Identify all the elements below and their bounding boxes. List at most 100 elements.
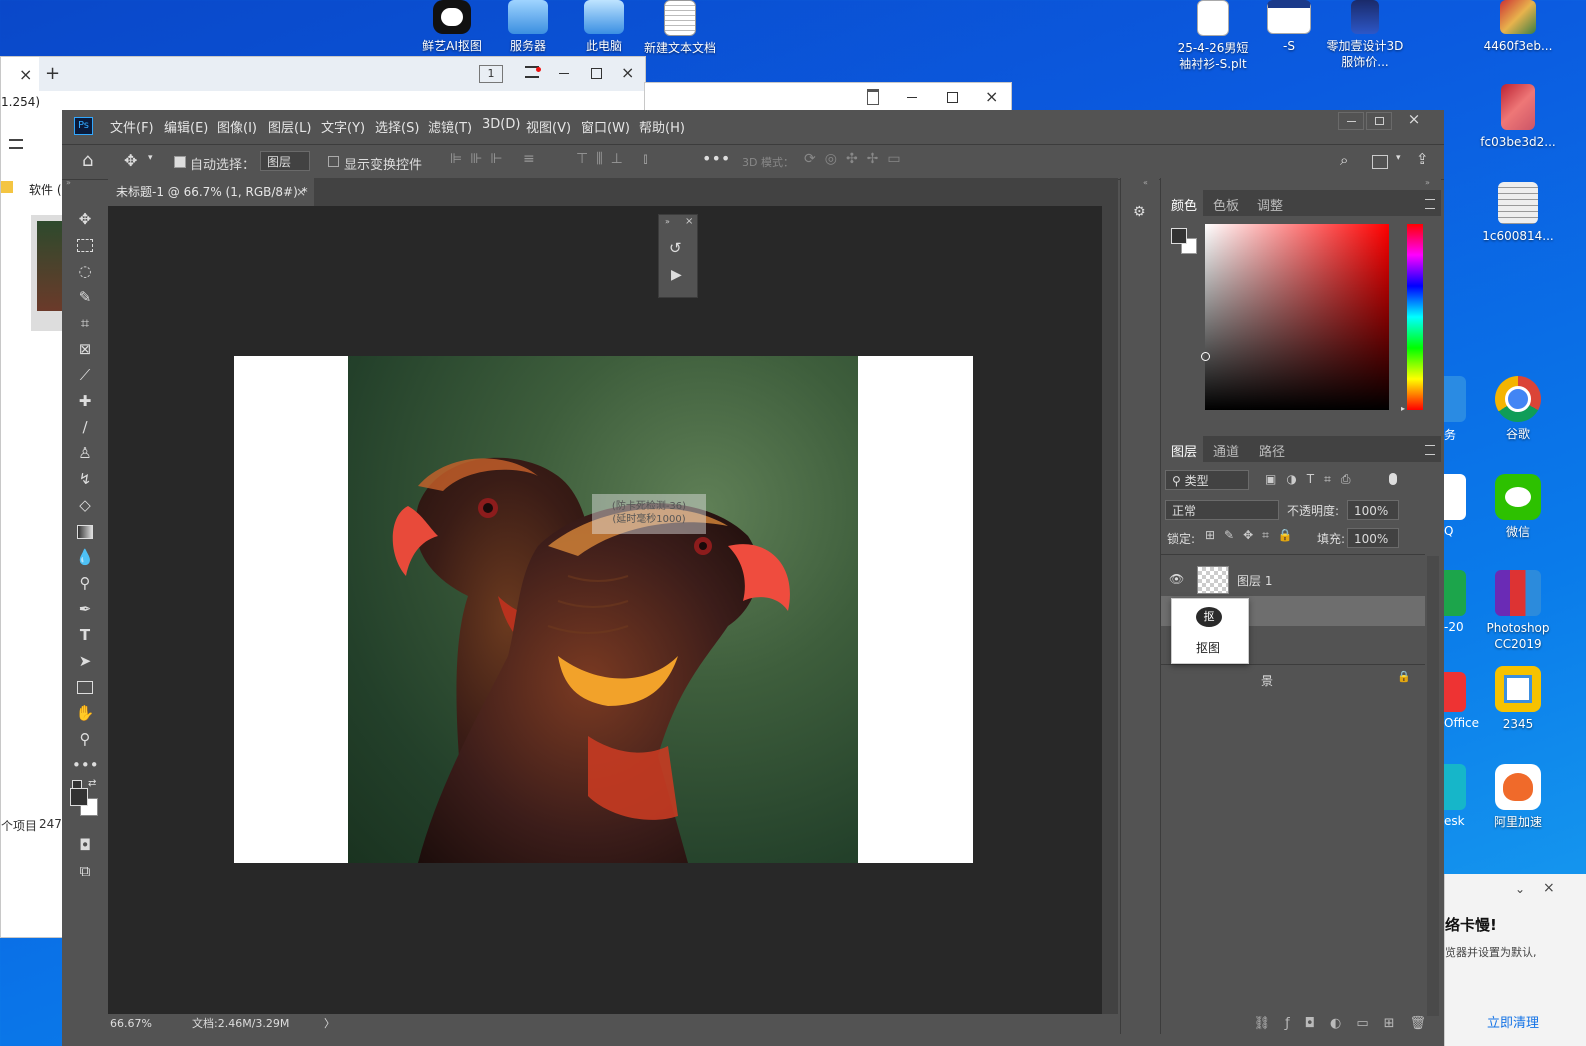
close-icon[interactable]: × (19, 65, 32, 84)
crop-tool-icon[interactable]: ⌗ (72, 312, 98, 334)
maximize-icon[interactable] (947, 92, 958, 103)
quick-select-tool-icon[interactable]: ✎ (72, 286, 98, 308)
panel-collapse-icon[interactable]: » (665, 217, 670, 226)
desktop-icon-plt-file[interactable]: 25-4-26男短袖衬衫-S.plt (1173, 0, 1253, 72)
close-button[interactable]: × (1402, 110, 1426, 130)
workspace-icon[interactable] (1372, 155, 1388, 169)
desktop-icon-wechat[interactable]: 微信 (1478, 474, 1558, 540)
menu-edit[interactable]: 编辑(E) (164, 117, 208, 136)
chevron-down-icon[interactable]: ▾ (148, 153, 153, 163)
move-tool-icon[interactable]: ✥ (124, 151, 137, 170)
history-brush-tool-icon[interactable]: ↯ (72, 468, 98, 490)
desktop-icon-this-pc[interactable]: 此电脑 (564, 0, 644, 54)
foreground-color-swatch[interactable] (1171, 228, 1187, 244)
blur-tool-icon[interactable]: 💧 (72, 546, 98, 568)
menu-window[interactable]: 窗口(W) (581, 117, 630, 136)
new-tab-button[interactable]: + (45, 63, 60, 84)
toolbar-collapse-icon[interactable]: » (66, 178, 104, 188)
layers-scrollbar[interactable] (1427, 556, 1439, 1016)
panel-collapse-icon[interactable]: » (1425, 178, 1430, 187)
tab-layers[interactable]: 图层 (1171, 441, 1197, 460)
partial-app-icon[interactable] (1444, 376, 1466, 422)
pin-icon[interactable] (867, 89, 879, 105)
document-canvas[interactable] (234, 356, 973, 863)
desktop-icon-xianyi[interactable]: 鲜艺AI抠图 (412, 0, 492, 54)
layer-name[interactable]: 图层 1 (1237, 572, 1272, 589)
frame-tool-icon[interactable]: ⊠ (72, 338, 98, 360)
desktop-icon-photoshop[interactable]: Photoshop CC2019 (1478, 570, 1558, 652)
pen-tool-icon[interactable]: ✒ (72, 598, 98, 620)
cutout-popup[interactable]: 抠 抠图 (1171, 598, 1249, 664)
close-icon[interactable]: × (685, 216, 693, 227)
properties-icon[interactable]: ⚙ (1133, 204, 1146, 220)
blend-mode-dropdown[interactable]: 正常 (1165, 500, 1279, 520)
layer-filter-dropdown[interactable]: ⚲ 类型 (1165, 470, 1249, 490)
status-arrow[interactable]: 〉 (324, 1014, 335, 1034)
desktop-icon-server[interactable]: 服务器 (488, 0, 568, 54)
tab-color[interactable]: 颜色 (1171, 195, 1197, 214)
history-icon[interactable]: ↺ (669, 239, 682, 257)
fill-input[interactable]: 100% (1347, 528, 1399, 548)
hue-slider-handle[interactable]: ▸ (1401, 404, 1405, 413)
foreground-color-swatch[interactable] (70, 788, 88, 806)
minimize-icon[interactable] (907, 97, 917, 98)
auto-select-checkbox[interactable] (174, 156, 186, 168)
play-icon[interactable]: ▶ (671, 267, 682, 283)
minimize-icon[interactable] (559, 73, 569, 74)
move-tool-icon[interactable]: ✥ (72, 208, 98, 230)
tab-paths[interactable]: 路径 (1259, 441, 1285, 460)
partial-app-icon[interactable] (1444, 764, 1466, 810)
minimize-button[interactable] (1338, 112, 1364, 130)
distribute-icons[interactable]: ⊤⫼⊥ ⫾ (576, 151, 656, 167)
color-picker-cursor[interactable] (1201, 352, 1210, 361)
auto-select-dropdown[interactable]: 图层 (260, 151, 310, 171)
desktop-icon-image-1[interactable]: 4460f3eb... (1478, 0, 1558, 54)
dodge-tool-icon[interactable]: ⚲ (72, 572, 98, 594)
align-icons[interactable]: ⊫⊪⊩ ≡ (450, 151, 543, 167)
desktop-icon-psd[interactable]: -S (1249, 0, 1329, 54)
close-icon[interactable]: × (985, 87, 998, 106)
desktop-icon-2345[interactable]: 2345 (1478, 666, 1558, 732)
type-tool-icon[interactable]: T (72, 624, 98, 646)
brush-tool-icon[interactable]: ∕ (72, 416, 98, 438)
opacity-input[interactable]: 100% (1347, 500, 1399, 520)
lock-icons[interactable]: ⊞✎✥⌗🔒 (1205, 528, 1302, 543)
show-transform-checkbox[interactable] (328, 156, 339, 167)
zoom-tool-icon[interactable]: ⚲ (72, 728, 98, 750)
menu-view[interactable]: 视图(V) (526, 117, 571, 136)
vertical-scrollbar[interactable] (1102, 206, 1118, 1014)
search-icon[interactable]: ⌕ (1340, 151, 1348, 169)
clean-now-link[interactable]: 立即清理 (1487, 1012, 1539, 1031)
more-tools-icon[interactable]: ••• (72, 754, 99, 776)
menu-3d[interactable]: 3D(D) (482, 117, 520, 132)
healing-brush-tool-icon[interactable]: ✚ (72, 390, 98, 412)
quick-mask-icon[interactable]: ◘ (72, 834, 98, 856)
close-icon[interactable]: × (296, 178, 306, 206)
menu-image[interactable]: 图像(I) (217, 117, 257, 136)
rectangle-tool-icon[interactable] (72, 676, 98, 698)
menu-filter[interactable]: 滤镜(T) (428, 117, 472, 136)
close-icon[interactable]: × (1543, 880, 1555, 896)
hue-slider[interactable] (1407, 224, 1423, 410)
maximize-icon[interactable] (591, 68, 602, 79)
more-options-icon[interactable]: ••• (702, 149, 730, 168)
swap-colors-icon[interactable]: ⇄ (88, 778, 96, 789)
layer-row[interactable]: 景 🔒 (1161, 664, 1425, 696)
menu-select[interactable]: 选择(S) (375, 117, 419, 136)
home-icon[interactable]: ⌂ (82, 150, 93, 171)
zoom-level[interactable]: 66.67% (110, 1014, 152, 1034)
stamp-tool-icon[interactable]: ♙ (72, 442, 98, 464)
desktop-icon-new-text[interactable]: 新建文本文档 (640, 0, 720, 56)
menu-help[interactable]: 帮助(H) (639, 117, 685, 136)
path-select-tool-icon[interactable]: ➤ (72, 650, 98, 672)
canvas-area[interactable]: (防卡死检测-36) (延时毫秒1000) » × ↺ ▶ (108, 206, 1118, 1014)
filter-toggle[interactable] (1389, 473, 1397, 485)
menu-file[interactable]: 文件(F) (110, 117, 154, 136)
tab-swatches[interactable]: 色板 (1213, 195, 1239, 214)
chevron-down-icon[interactable]: ⌄ (1515, 882, 1525, 896)
desktop-icon-image-2[interactable]: fc03be3d2... (1478, 84, 1558, 150)
layer-row[interactable]: 👁 图层 1 (1161, 564, 1425, 596)
eyedropper-tool-icon[interactable]: ⟋ (72, 364, 98, 386)
layer-actions-bar[interactable]: ⛓ƒ◘◐▭⊞🗑 (1161, 1016, 1441, 1034)
desktop-icon-chrome[interactable]: 谷歌 (1478, 376, 1558, 442)
